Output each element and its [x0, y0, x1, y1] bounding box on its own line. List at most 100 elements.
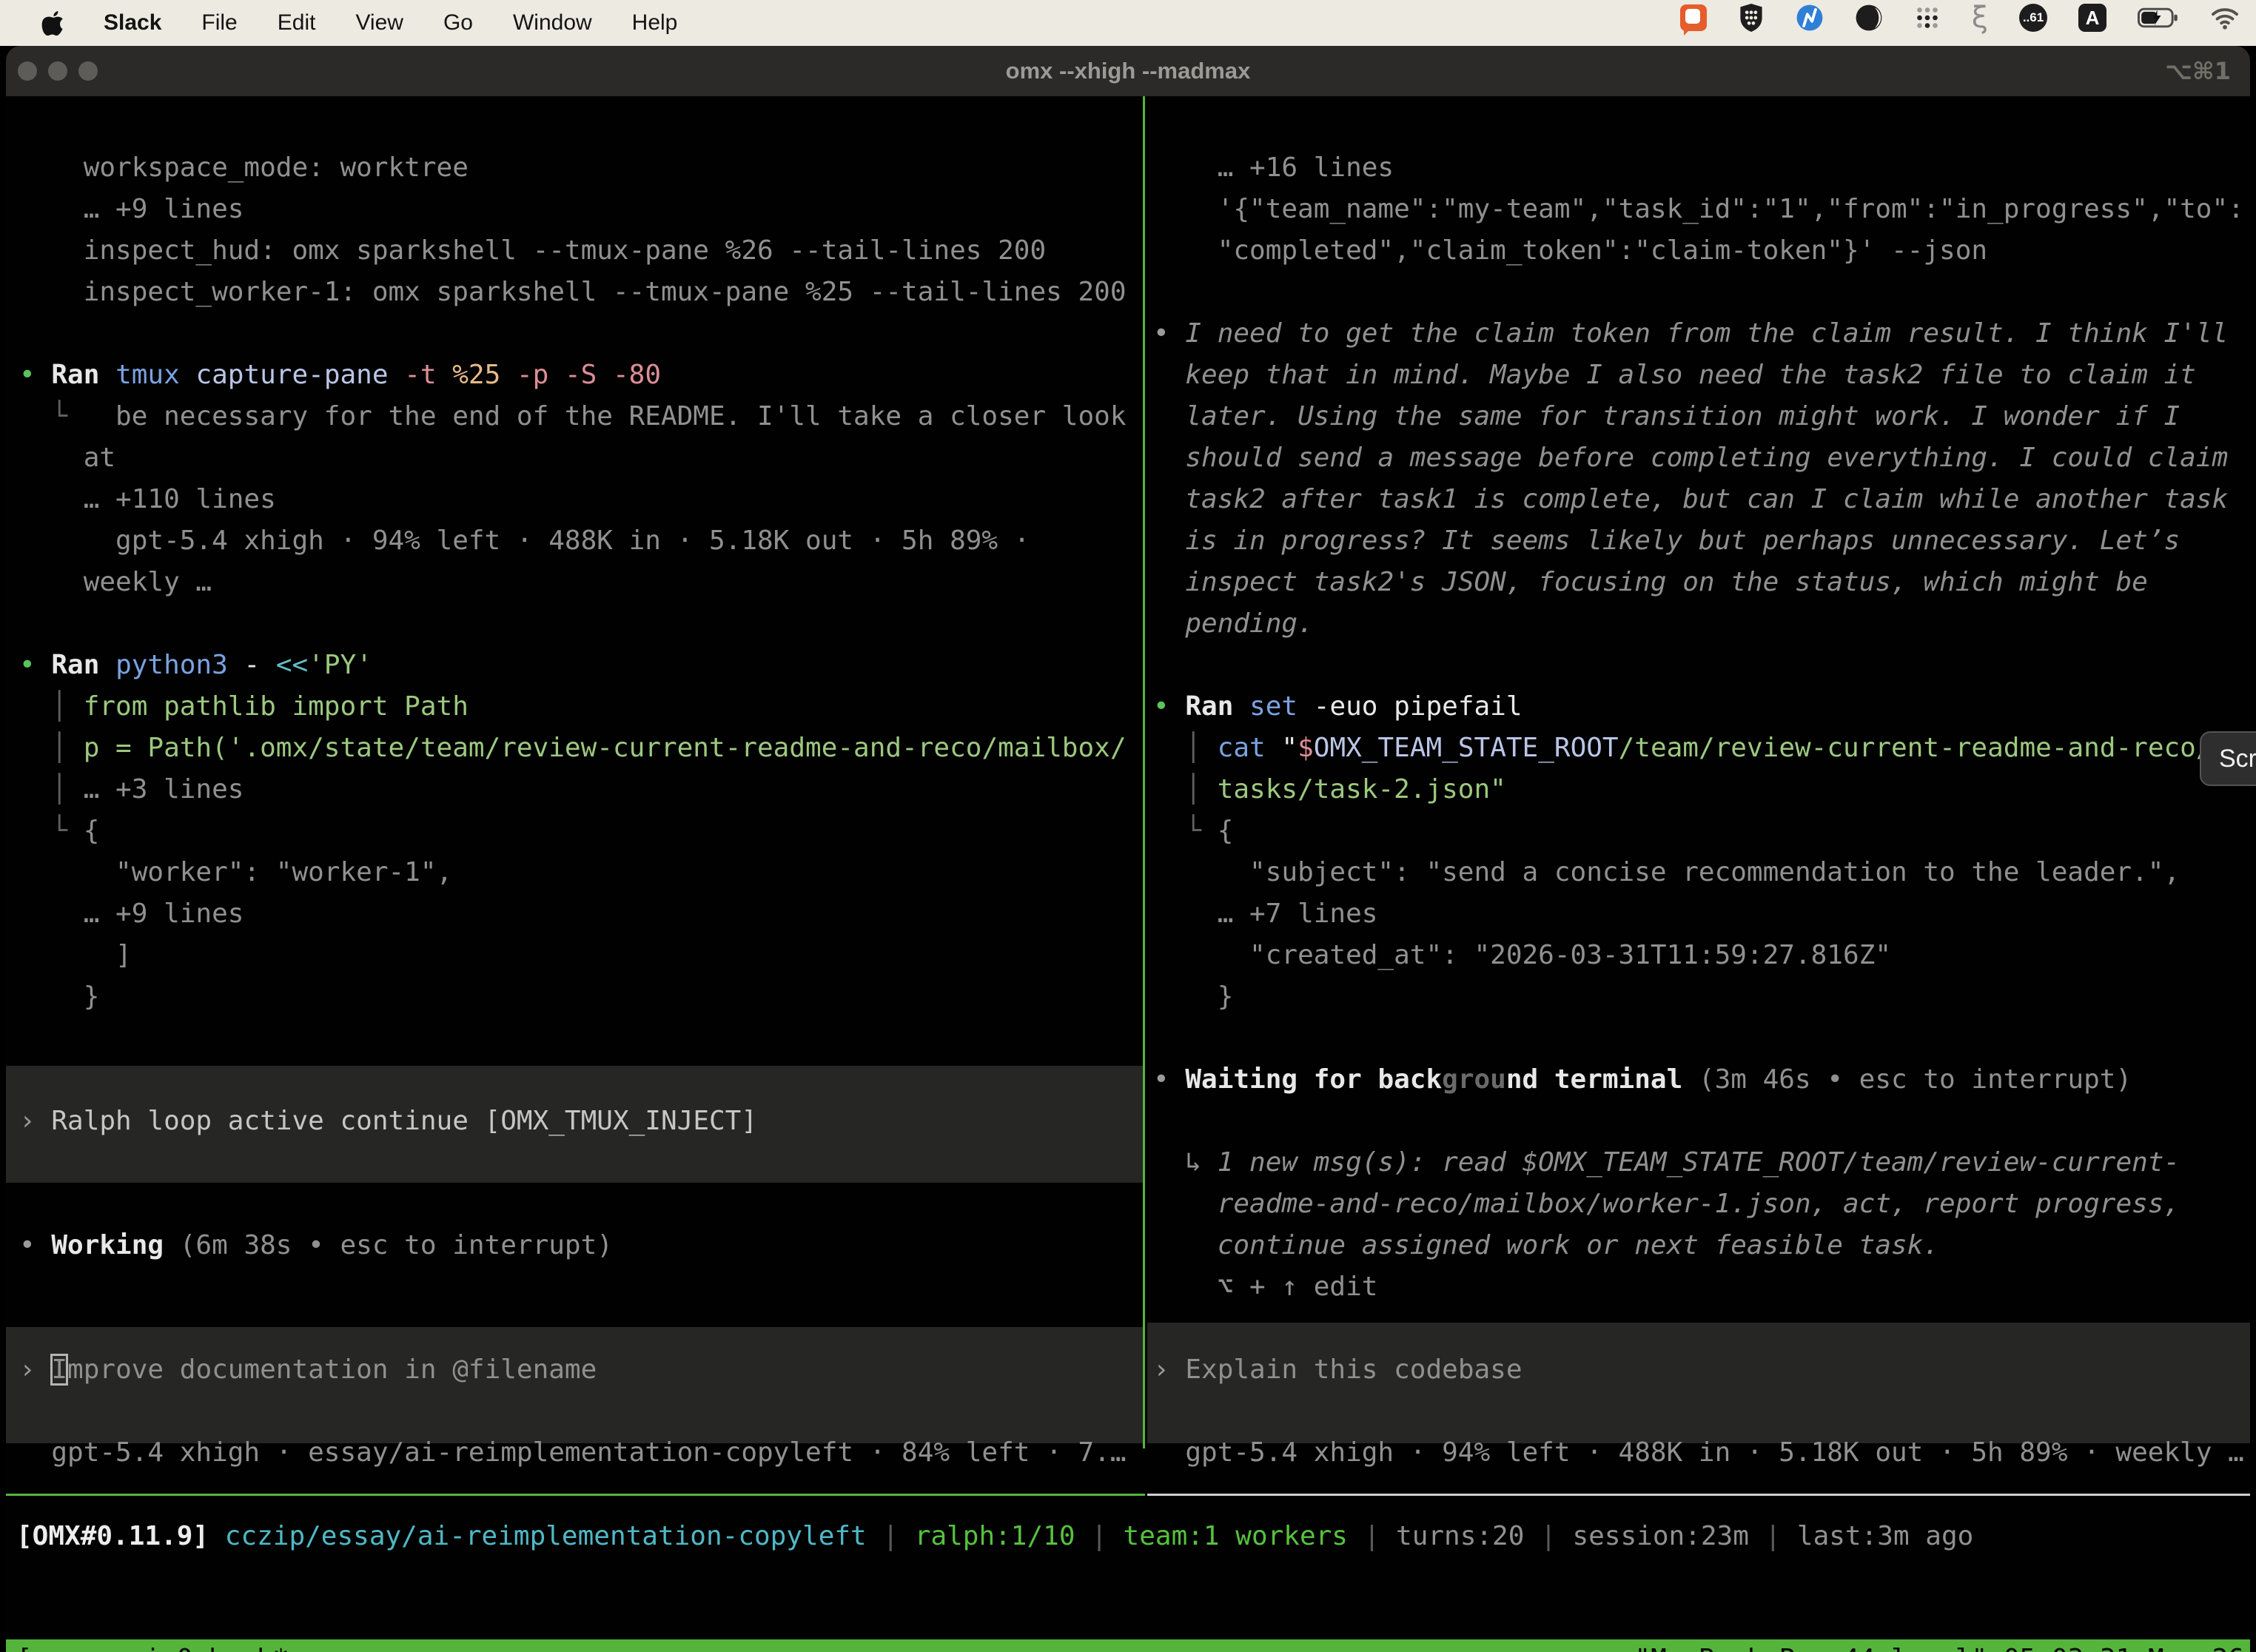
terminal-line	[19, 1018, 1156, 1059]
grid-dots-icon[interactable]	[1914, 4, 1941, 31]
terminal-line: should send a message before completing …	[1153, 437, 2250, 479]
terminal-line: │ cat "$OMX_TEAM_STATE_ROOT/team/review-…	[1153, 728, 2250, 769]
menu-item-window[interactable]: Window	[513, 10, 592, 36]
terminal-line: "completed","claim_token":"claim-token"}…	[1153, 230, 2250, 272]
terminal-line: … +7 lines	[1153, 893, 2250, 935]
status-icon-tray: ξ ..61 A	[1680, 0, 2240, 36]
terminal-line: • Waiting for background terminal (3m 46…	[1153, 1059, 2250, 1101]
terminal-line: continue assigned work or next feasible …	[1153, 1225, 2250, 1266]
tmux-host-clock: "MacBook-Pro-44.local" 05:03 31-Mar-26	[1634, 1639, 2244, 1652]
terminal-line: … +9 lines	[19, 189, 1156, 230]
terminal-line: │ p = Path('.omx/state/team/review-curre…	[19, 728, 1156, 769]
terminal-line: is in progress? It seems likely but perh…	[1153, 520, 2250, 562]
terminal-line: pending.	[1153, 603, 2250, 645]
compass-icon[interactable]	[1796, 4, 1824, 32]
menu-item-go[interactable]: Go	[443, 10, 473, 36]
apple-logo-icon[interactable]	[41, 10, 64, 36]
terminal-line: '{"team_name":"my-team","task_id":"1","f…	[1153, 189, 2250, 230]
window-title: omx --xhigh --madmax	[6, 46, 2250, 96]
inactive-pane-border	[1147, 1494, 2250, 1496]
terminal-line: … +9 lines	[19, 893, 1156, 935]
text-cursor: I	[51, 1354, 67, 1385]
terminal-line: › Improve documentation in @filename	[19, 1349, 1156, 1391]
terminal-line	[19, 1308, 1156, 1349]
terminal-line	[1153, 1308, 2250, 1349]
terminal-line: … +110 lines	[19, 479, 1156, 520]
terminal-line	[1153, 1018, 2250, 1059]
terminal-line: • Ran tmux capture-pane -t %25 -p -S -80	[19, 355, 1156, 396]
terminal-line	[1153, 272, 2250, 313]
pie-icon[interactable]	[1855, 4, 1883, 32]
terminal-line: └ {	[19, 810, 1156, 852]
squiggle-icon[interactable]: ξ	[1972, 1, 1988, 35]
terminal-line: │ from pathlib import Path	[19, 686, 1156, 728]
screenshot-chip-label: Scre	[2219, 745, 2256, 773]
menu-item-view[interactable]: View	[355, 10, 403, 36]
terminal-line	[19, 1266, 1156, 1308]
letter-a-icon[interactable]: A	[2078, 4, 2106, 32]
terminal-line: • I need to get the claim token from the…	[1153, 313, 2250, 355]
terminal-line: gpt-5.4 xhigh · essay/ai-reimplementatio…	[19, 1432, 1156, 1474]
terminal-line	[19, 1391, 1156, 1432]
terminal-line: "subject": "send a concise recommendatio…	[1153, 852, 2250, 893]
terminal-line	[19, 313, 1156, 355]
wifi-icon[interactable]	[2210, 6, 2240, 30]
terminal-line: "created_at": "2026-03-31T11:59:27.816Z"	[1153, 935, 2250, 976]
terminal-line	[1153, 645, 2250, 686]
menu-bar: Slack File Edit View Go Window Help ξ ..…	[0, 0, 2256, 46]
terminal-line: … +16 lines	[1153, 147, 2250, 189]
menu-item-file[interactable]: File	[201, 10, 237, 36]
terminal-line: › Ralph loop active continue [OMX_TMUX_I…	[19, 1101, 1156, 1142]
terminal-line: › Explain this codebase	[1153, 1349, 2250, 1391]
pane-divider[interactable]	[1143, 96, 1145, 1448]
terminal-line	[19, 1183, 1156, 1225]
terminal-line: │ … +3 lines	[19, 769, 1156, 810]
terminal-window: omx --xhigh --madmax ⌥⌘1 workspace_mode:…	[6, 46, 2250, 1652]
window-title-bar: omx --xhigh --madmax ⌥⌘1	[6, 46, 2250, 96]
terminal-line: │ tasks/task-2.json"	[1153, 769, 2250, 810]
tmux-pane-hud[interactable]: … +16 lines '{"team_name":"my-team","tas…	[1145, 147, 2250, 1474]
chat-icon[interactable]	[1680, 4, 1707, 31]
terminal-line: }	[19, 976, 1156, 1018]
window-shortcut-badge: ⌥⌘1	[2165, 46, 2231, 96]
terminal-line: inspect_worker-1: omx sparkshell --tmux-…	[19, 272, 1156, 313]
terminal-line: weekly …	[19, 562, 1156, 603]
terminal-line	[1153, 1101, 2250, 1142]
terminal-line: ⌥ + ↑ edit	[1153, 1266, 2250, 1308]
terminal-line: inspect_hud: omx sparkshell --tmux-pane …	[19, 230, 1156, 272]
terminal-line: ↳ 1 new msg(s): read $OMX_TEAM_STATE_ROO…	[1153, 1142, 2250, 1183]
terminal-line: └ {	[1153, 810, 2250, 852]
terminal-line: keep that in mind. Maybe I also need the…	[1153, 355, 2250, 396]
active-pane-border	[6, 1494, 1145, 1496]
terminal-line: readme-and-reco/mailbox/worker-1.json, a…	[1153, 1183, 2250, 1225]
shield-grid-icon[interactable]	[1738, 4, 1765, 32]
terminal-line: └ be necessary for the end of the README…	[19, 396, 1156, 437]
terminal-line	[19, 603, 1156, 645]
omx-status-line: [OMX#0.11.9] cczip/essay/ai-reimplementa…	[16, 1516, 1973, 1557]
battery-icon[interactable]	[2138, 7, 2179, 29]
terminal-line: workspace_mode: worktree	[19, 147, 1156, 189]
tmux-session-label: [omx-cczip0:bash*	[16, 1639, 289, 1652]
terminal-line	[1153, 1391, 2250, 1432]
terminal-line: at	[19, 437, 1156, 479]
terminal-line: "worker": "worker-1",	[19, 852, 1156, 893]
terminal-line: • Ran set -euo pipefail	[1153, 686, 2250, 728]
menu-app-name[interactable]: Slack	[104, 10, 161, 36]
terminal-line	[19, 1059, 1156, 1101]
terminal-line: }	[1153, 976, 2250, 1018]
terminal-line: • Working (6m 38s • esc to interrupt)	[19, 1225, 1156, 1266]
terminal-line: later. Using the same for transition mig…	[1153, 396, 2250, 437]
tmux-status-bar: [omx-cczip0:bash* "MacBook-Pro-44.local"…	[6, 1639, 2250, 1652]
badge-61-icon[interactable]: ..61	[2019, 4, 2047, 32]
terminal-line: gpt-5.4 xhigh · 94% left · 488K in · 5.1…	[19, 520, 1156, 562]
terminal-line: gpt-5.4 xhigh · 94% left · 488K in · 5.1…	[1153, 1432, 2250, 1474]
screenshot-chip[interactable]: Scre	[2200, 731, 2256, 786]
terminal-line: ]	[19, 935, 1156, 976]
menu-item-help[interactable]: Help	[632, 10, 678, 36]
terminal-line: • Ran python3 - <<'PY'	[19, 645, 1156, 686]
menu-item-edit[interactable]: Edit	[278, 10, 316, 36]
terminal-line: task2 after task1 is complete, but can I…	[1153, 479, 2250, 520]
terminal-line: inspect task2's JSON, focusing on the st…	[1153, 562, 2250, 603]
terminal-line	[19, 1142, 1156, 1183]
tmux-pane-worker[interactable]: workspace_mode: worktree … +9 lines insp…	[6, 147, 1156, 1474]
